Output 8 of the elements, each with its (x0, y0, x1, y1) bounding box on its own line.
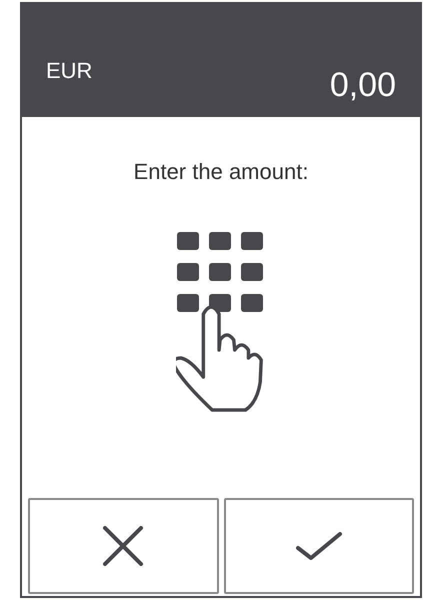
close-icon (103, 526, 144, 566)
cancel-button[interactable] (28, 498, 218, 594)
currency-label: EUR (46, 57, 92, 85)
keypad-touch-icon (176, 232, 266, 414)
prompt-text: Enter the amount: (134, 158, 308, 186)
amount-display: 0,00 (330, 65, 396, 106)
checkmark-icon (294, 530, 343, 562)
confirm-button[interactable] (224, 498, 414, 594)
